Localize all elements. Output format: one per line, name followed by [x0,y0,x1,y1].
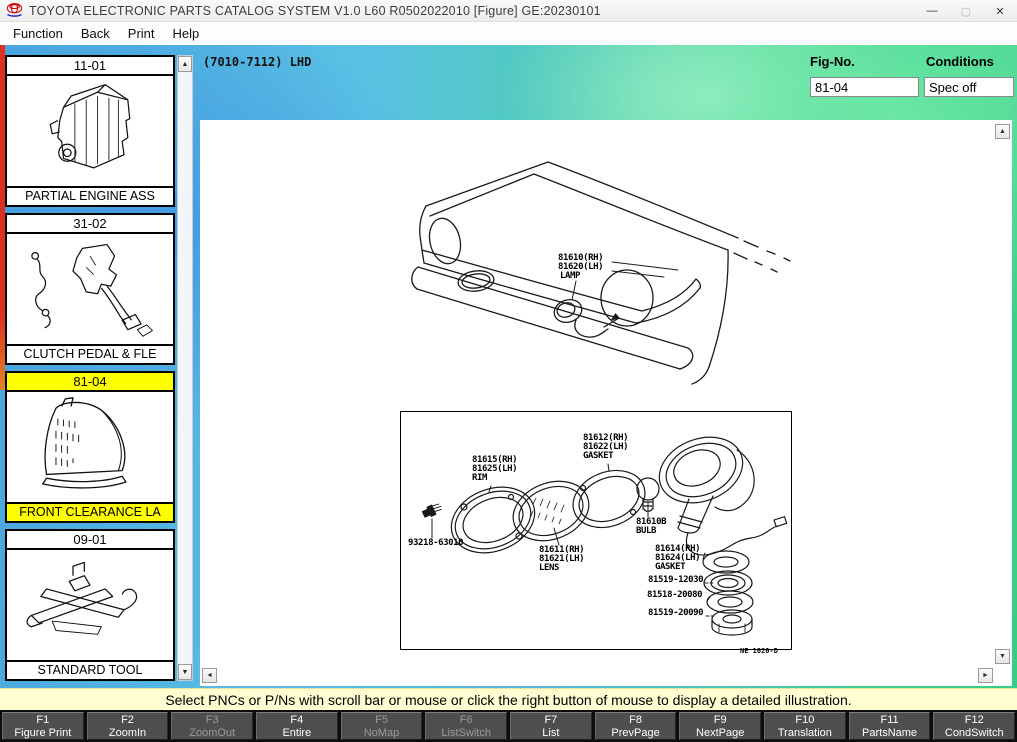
fnkey-f5-button[interactable]: F5 NoMap [341,712,423,740]
fnkey-f9-button[interactable]: F9 NextPage [679,712,761,740]
fnkey-f8-button[interactable]: F8 PrevPage [595,712,677,740]
fnkey-f12-button[interactable]: F12 CondSwitch [933,712,1015,740]
menu-item-function[interactable]: Function [4,24,72,43]
engine-thumbnail-drawing [7,76,173,186]
title-bar: TOYOTA ELECTRONIC PARTS CATALOG SYSTEM V… [0,0,1017,22]
part-label-lens[interactable]: 81611(RH) 81621(LH) LENS [539,546,584,573]
conditions-label: Conditions [926,54,994,69]
fig-no-label: Fig-No. [810,54,855,69]
thumbnail-caption: STANDARD TOOL [7,660,173,679]
down-arrow-icon: ▼ [999,653,1006,660]
panel-scroll-down-button[interactable]: ▼ [995,649,1010,664]
part-label-nut[interactable]: 81519-20090 [648,609,703,618]
part-label-ring-lower[interactable]: 81518-20080 [647,591,702,600]
fnkey-f10-button[interactable]: F10 Translation [764,712,846,740]
sidebar-scroll-up-button[interactable]: ▲ [178,56,192,72]
fig-no-input[interactable] [810,77,919,97]
menu-item-help[interactable]: Help [164,24,209,43]
part-label-screw[interactable]: 93218-63010 [408,539,463,548]
desktop-background: (7010-7112) LHD Fig-No. Conditions 11-01 [0,45,1017,688]
thumbnail-code: 31-02 [7,215,173,234]
conditions-input[interactable] [924,77,1014,97]
minimize-button[interactable]: — [915,0,949,22]
window-title: TOYOTA ELECTRONIC PARTS CATALOG SYSTEM V… [29,4,601,18]
sidebar-item-11-01[interactable]: 11-01 PARTIAL ENGINE ASS [5,55,175,207]
status-bar: Select PNCs or P/Ns with scroll bar or m… [0,688,1017,710]
panel-scroll-right-button[interactable]: ► [978,668,993,683]
menu-bar: Function Back Print Help [0,22,1017,45]
right-arrow-icon: ► [982,672,989,679]
left-arrow-icon: ◄ [206,672,213,679]
status-message: Select PNCs or P/Ns with scroll bar or m… [165,692,851,708]
fnkey-f6-button[interactable]: F6 ListSwitch [425,712,507,740]
panel-scroll-left-button[interactable]: ◄ [202,668,217,683]
part-label-rim[interactable]: 81615(RH) 81625(LH) RIM [472,456,517,483]
thumbnail-code: 09-01 [7,531,173,550]
clutch-thumbnail-drawing [7,234,173,344]
sidebar-item-81-04[interactable]: 81-04 FRONT CLEARANCE LA [5,371,175,523]
fnkey-f7-button[interactable]: F7 List [510,712,592,740]
lamp-thumbnail-drawing [7,392,173,502]
close-icon: ✕ [995,5,1004,18]
part-label-ring-upper[interactable]: 81519-12030 [648,576,703,585]
maximize-button[interactable]: ▢ [949,0,983,22]
fnkey-f1-button[interactable]: F1 Figure Print [2,712,84,740]
sidebar-scroll-down-button[interactable]: ▼ [178,664,192,680]
maximize-icon: ▢ [961,5,971,18]
fnkey-f2-button[interactable]: F2 ZoomIn [87,712,169,740]
car-front-drawing [380,148,820,396]
part-label-lamp-name[interactable]: LAMP [560,272,580,281]
figure-range-label: (7010-7112) LHD [203,55,311,69]
thumbnail-caption: CLUTCH PEDAL & FLE [7,344,173,363]
sidebar-item-31-02[interactable]: 31-02 CLUT [5,213,175,365]
close-button[interactable]: ✕ [983,0,1017,22]
figure-footnote: NE 1020-D [740,647,778,655]
menu-item-back[interactable]: Back [72,24,119,43]
panel-scroll-up-button[interactable]: ▲ [995,124,1010,139]
thumbnail-code: 11-01 [7,57,173,76]
thumbnail-code: 81-04 [7,373,173,392]
fnkey-f3-button[interactable]: F3 ZoomOut [171,712,253,740]
up-arrow-icon: ▲ [182,61,189,68]
menu-item-print[interactable]: Print [119,24,164,43]
minimize-icon: — [927,5,938,17]
fnkey-f11-button[interactable]: F11 PartsName [849,712,931,740]
sidebar-scrollbar[interactable]: ▲ ▼ [177,55,193,681]
down-arrow-icon: ▼ [182,669,189,676]
toyota-logo-icon [6,3,23,18]
fnkey-f4-button[interactable]: F4 Entire [256,712,338,740]
figure-panel: 81610(RH) 81620(LH) LAMP [200,120,1012,686]
sidebar-item-09-01[interactable]: 09-01 STANDARD TOOL [5,529,175,681]
thumbnail-caption: FRONT CLEARANCE LA [7,502,173,521]
thumbnail-caption: PARTIAL ENGINE ASS [7,186,173,205]
thumbnail-sidebar: 11-01 PARTIAL ENGINE ASS 31-02 [5,55,175,687]
jack-thumbnail-drawing [7,550,173,660]
up-arrow-icon: ▲ [999,128,1006,135]
part-label-gasket-front[interactable]: 81612(RH) 81622(LH) GASKET [583,434,628,461]
part-label-bulb[interactable]: 81610B BULB [636,518,666,536]
part-label-gasket-rear[interactable]: 81614(RH) 81624(LH) GASKET [655,545,700,572]
function-key-bar: F1 Figure Print F2 ZoomIn F3 ZoomOut F4 … [0,710,1017,742]
